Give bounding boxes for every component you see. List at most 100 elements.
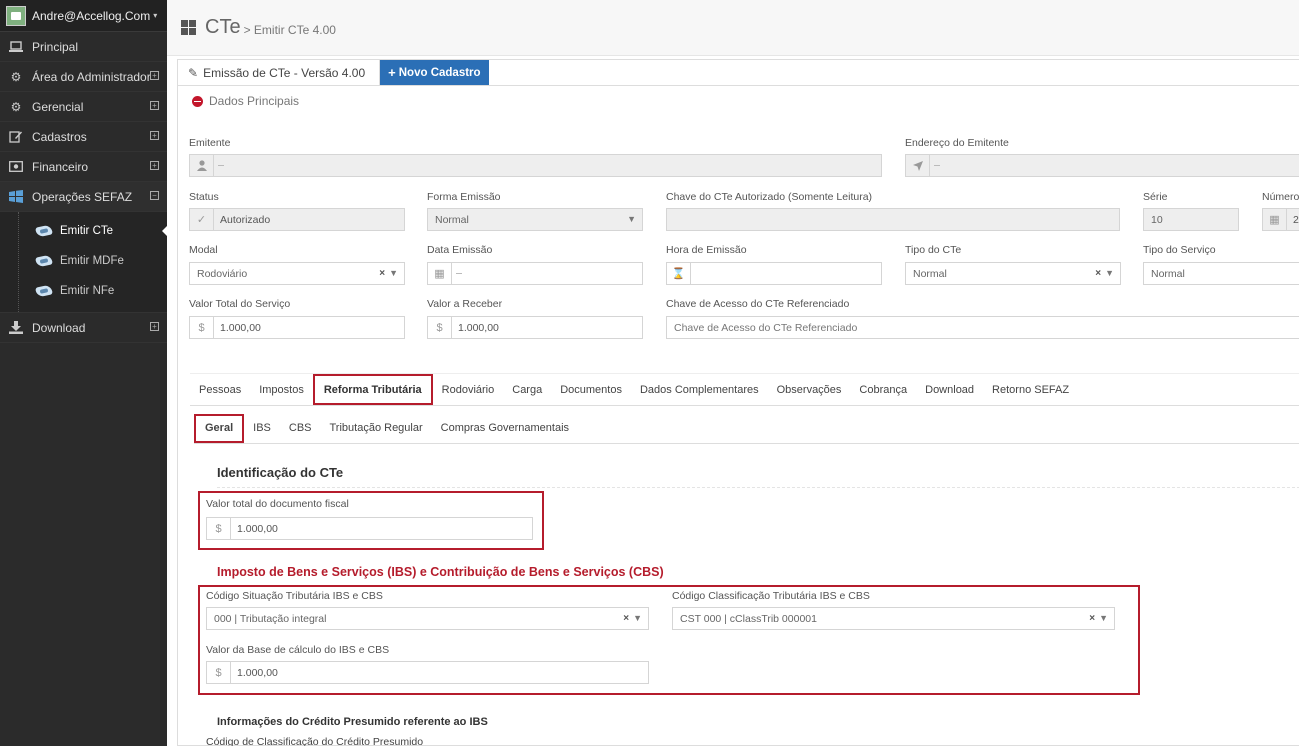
tab-documentos[interactable]: Documentos bbox=[551, 374, 631, 405]
emitente-field[interactable] bbox=[189, 154, 882, 177]
tab-retorno-sefaz[interactable]: Retorno SEFAZ bbox=[983, 374, 1078, 405]
identificacao-title: Identificação do CTe bbox=[217, 465, 344, 480]
tab-download[interactable]: Download bbox=[916, 374, 983, 405]
tab-carga[interactable]: Carga bbox=[503, 374, 551, 405]
clear-and-chevron-icon[interactable]: × ▼ bbox=[379, 268, 398, 279]
cst-value: 000 | Tributação integral bbox=[214, 612, 327, 625]
document-icon bbox=[34, 223, 56, 239]
expand-icon[interactable]: + bbox=[150, 322, 159, 331]
hora-emissao-label: Hora de Emissão bbox=[666, 244, 747, 256]
dollar-icon: $ bbox=[428, 317, 452, 338]
main-tabs: Pessoas Impostos Reforma Tributária Rodo… bbox=[190, 373, 1299, 406]
emitente-label: Emitente bbox=[189, 137, 231, 149]
expand-icon[interactable]: + bbox=[150, 71, 159, 80]
forma-emissao-select[interactable]: Normal ▼ bbox=[427, 208, 643, 231]
valor-total-servico-label: Valor Total do Serviço bbox=[189, 298, 291, 310]
data-emissao-field[interactable]: ▦ bbox=[427, 262, 643, 285]
valor-receber-field[interactable]: $ 1.000,00 bbox=[427, 316, 643, 339]
user-icon bbox=[190, 155, 214, 176]
clear-and-chevron-icon[interactable]: × ▼ bbox=[1095, 268, 1114, 279]
modal-select[interactable]: Rodoviário × ▼ bbox=[189, 262, 405, 285]
sidebar-item-admin[interactable]: ⚙ Área do Administrador + bbox=[0, 62, 167, 92]
section-dados-principais[interactable]: Dados Principais bbox=[192, 94, 299, 108]
sidebar-subitem-emitir-cte[interactable]: Emitir CTe bbox=[0, 216, 168, 246]
sidebar-item-operacoes-sefaz[interactable]: Operações SEFAZ − bbox=[0, 182, 167, 212]
collapse-icon[interactable]: − bbox=[150, 191, 159, 200]
expand-icon[interactable]: + bbox=[150, 131, 159, 140]
sidebar-submenu: Emitir CTe Emitir MDFe Emitir NFe bbox=[0, 212, 168, 313]
dollar-icon: $ bbox=[207, 518, 231, 539]
location-arrow-icon bbox=[906, 155, 930, 176]
tab-dados-complementares[interactable]: Dados Complementares bbox=[631, 374, 768, 405]
modal-label: Modal bbox=[189, 244, 218, 256]
clear-and-chevron-icon[interactable]: × ▼ bbox=[1089, 613, 1108, 624]
tipo-cte-value: Normal bbox=[913, 267, 947, 280]
tipo-servico-select[interactable]: Normal bbox=[1143, 262, 1299, 285]
laptop-icon bbox=[8, 40, 24, 54]
sidebar-item-financeiro[interactable]: Financeiro + bbox=[0, 152, 167, 182]
sidebar-subitem-label: Emitir NFe bbox=[60, 285, 115, 297]
credito-presumido-label: Código de Classificação do Crédito Presu… bbox=[206, 736, 424, 746]
expand-icon[interactable]: + bbox=[150, 161, 159, 170]
tab-reforma-tributaria[interactable]: Reforma Tributária bbox=[312, 374, 433, 405]
page-header: CTe > Emitir CTe 4.00 bbox=[167, 0, 1299, 56]
expand-icon[interactable]: + bbox=[150, 101, 159, 110]
sidebar-item-cadastros[interactable]: Cadastros + bbox=[0, 122, 167, 152]
classificacao-select[interactable]: CST 000 | cClassTrib 000001 × ▼ bbox=[672, 607, 1115, 630]
sidebar-item-gerencial[interactable]: ⚙ Gerencial + bbox=[0, 92, 167, 122]
sidebar-item-principal[interactable]: Principal bbox=[0, 32, 167, 62]
tipo-cte-select[interactable]: Normal × ▼ bbox=[905, 262, 1121, 285]
tab-emissao-cte[interactable]: ✎ Emissão de CTe - Versão 4.00 bbox=[178, 60, 381, 85]
plus-icon: + bbox=[388, 65, 396, 80]
tab-rodoviario[interactable]: Rodoviário bbox=[433, 374, 504, 405]
serie-value: 10 bbox=[1151, 213, 1163, 226]
numero-value: 29 bbox=[1293, 213, 1299, 226]
cst-label: Código Situação Tributária IBS e CBS bbox=[206, 590, 383, 602]
ibs-cbs-title: Imposto de Bens e Serviços (IBS) e Contr… bbox=[217, 565, 664, 579]
valor-doc-label: Valor total do documento fiscal bbox=[206, 498, 349, 510]
tab-impostos[interactable]: Impostos bbox=[250, 374, 313, 405]
user-menu[interactable]: Andre@Accellog.Com ▾ bbox=[0, 0, 167, 32]
chave-autorizado-field bbox=[666, 208, 1120, 231]
tab-cobranca[interactable]: Cobrança bbox=[850, 374, 916, 405]
endereco-field[interactable] bbox=[905, 154, 1299, 177]
status-value: Autorizado bbox=[220, 213, 271, 226]
sidebar-subitem-emitir-mdfe[interactable]: Emitir MDFe bbox=[0, 246, 167, 276]
subtab-ibs[interactable]: IBS bbox=[244, 413, 280, 443]
valor-doc-field[interactable]: $ 1.000,00 bbox=[206, 517, 533, 540]
sidebar-subitem-emitir-nfe[interactable]: Emitir NFe bbox=[0, 276, 167, 306]
chave-referenciado-field[interactable]: Chave de Acesso do CTe Referenciado bbox=[666, 316, 1299, 339]
status-field: ✓ Autorizado bbox=[189, 208, 405, 231]
tab-observacoes[interactable]: Observações bbox=[768, 374, 851, 405]
panel-tabs: ✎ Emissão de CTe - Versão 4.00 + Novo Ca… bbox=[178, 60, 1299, 86]
check-icon: ✓ bbox=[190, 209, 214, 230]
credito-presumido-title: Informações do Crédito Presumido referen… bbox=[217, 716, 488, 728]
breadcrumb: > Emitir CTe 4.00 bbox=[243, 22, 336, 37]
cst-select[interactable]: 000 | Tributação integral × ▼ bbox=[206, 607, 649, 630]
money-icon bbox=[8, 160, 24, 174]
subtab-compras-governamentais[interactable]: Compras Governamentais bbox=[432, 413, 578, 443]
subtab-tributacao-regular[interactable]: Tributação Regular bbox=[321, 413, 432, 443]
numero-label: Número bbox=[1262, 191, 1299, 203]
serie-field: 10 bbox=[1143, 208, 1239, 231]
avatar bbox=[6, 5, 26, 26]
hourglass-icon: ⌛ bbox=[667, 263, 691, 284]
calendar-icon: ▦ bbox=[428, 263, 452, 284]
sidebar-item-download[interactable]: Download + bbox=[0, 313, 167, 343]
novo-cadastro-button[interactable]: + Novo Cadastro bbox=[380, 60, 489, 85]
divider bbox=[217, 487, 1299, 488]
chevron-down-icon: ▾ bbox=[153, 11, 158, 20]
sidebar-item-label: Download bbox=[32, 320, 86, 335]
hora-emissao-field[interactable]: ⌛ bbox=[666, 262, 882, 285]
edit-icon: ✎ bbox=[188, 65, 199, 80]
modal-value: Rodoviário bbox=[197, 267, 248, 280]
valor-total-servico-field[interactable]: $ 1.000,00 bbox=[189, 316, 405, 339]
subtab-geral[interactable]: Geral bbox=[194, 413, 245, 443]
tab-pessoas[interactable]: Pessoas bbox=[190, 374, 250, 405]
base-calculo-field[interactable]: $ 1.000,00 bbox=[206, 661, 649, 684]
clear-and-chevron-icon[interactable]: × ▼ bbox=[623, 613, 642, 624]
status-label: Status bbox=[189, 191, 219, 203]
collapse-icon[interactable] bbox=[192, 95, 203, 107]
subtab-cbs[interactable]: CBS bbox=[280, 413, 321, 443]
classificacao-value: CST 000 | cClassTrib 000001 bbox=[680, 612, 817, 625]
